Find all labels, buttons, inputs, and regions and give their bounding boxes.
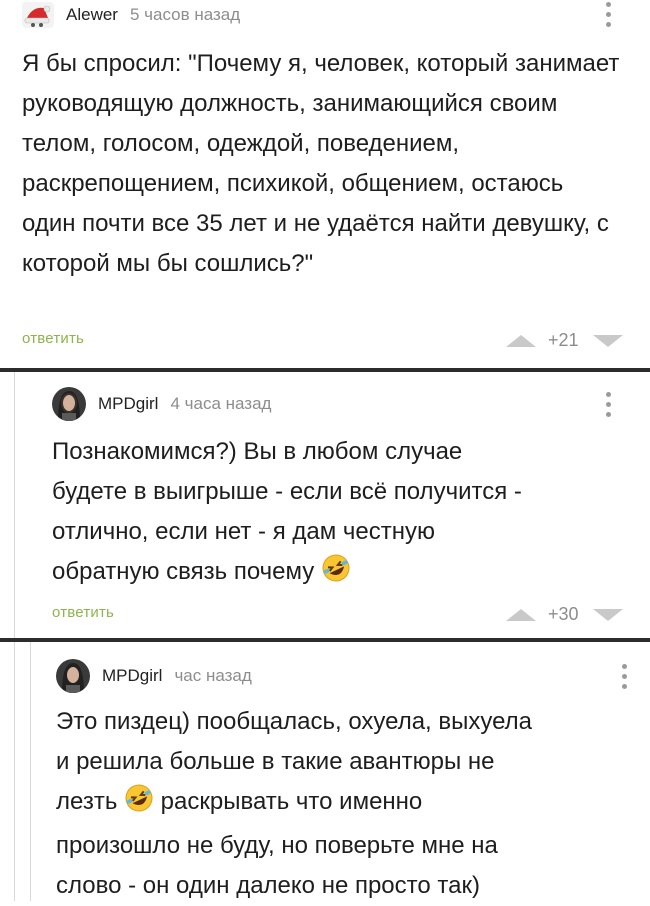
girl-portrait-avatar-icon[interactable] xyxy=(56,659,90,693)
more-options-icon[interactable] xyxy=(606,2,612,32)
comment-header: MPDgirl 4 часа назад xyxy=(52,386,271,422)
text-line: слово - он один далеко не просто так) xyxy=(56,872,480,899)
text-line: обратную связь почему xyxy=(52,552,632,596)
comment-2: MPDgirl 4 часа назад Познакомимся?) Вы в… xyxy=(0,372,650,638)
comment-time: час назад xyxy=(174,666,252,685)
rating-value: +30 xyxy=(548,604,579,624)
rating-controls: +30 xyxy=(506,604,623,625)
comment-time: 5 часов назад xyxy=(129,5,241,24)
comment-header: MPDgirl час назад xyxy=(56,658,252,694)
comment-3: MPDgirl час назад Это пиздец) пообщалась… xyxy=(0,642,650,901)
upvote-icon[interactable] xyxy=(506,334,536,347)
rolling-laughing-emoji-icon xyxy=(321,553,351,596)
text-line: отлично, если нет - я дам честную xyxy=(52,518,435,545)
comment-time: 4 часа назад xyxy=(170,394,272,413)
comment-text: Познакомимся?) Вы в любом случае будете … xyxy=(52,432,632,596)
text-line: Это пиздец) пообщалась, охуела, выхуела xyxy=(56,708,533,735)
rolling-laughing-emoji-icon xyxy=(124,783,154,826)
girl-portrait-avatar-icon[interactable] xyxy=(52,387,86,421)
comment-1: Alewer 5 часов назад Я бы спросил: "Поче… xyxy=(0,0,650,368)
thread-branch-line xyxy=(14,372,15,638)
text-line: Познакомимся?) Вы в любом случае xyxy=(52,438,463,465)
rating-value: +21 xyxy=(548,330,579,350)
comment-author[interactable]: Alewer xyxy=(66,5,118,25)
rating-controls: +21 xyxy=(506,330,623,351)
downvote-icon[interactable] xyxy=(592,608,623,621)
reply-button[interactable]: ответить xyxy=(22,330,84,347)
thread-branch-line xyxy=(14,642,15,901)
comment-author[interactable]: MPDgirl xyxy=(98,394,158,414)
reply-button[interactable]: ответить xyxy=(52,604,114,621)
comment-text: Я бы спросил: "Почему я, человек, которы… xyxy=(22,50,620,277)
comment-header: Alewer 5 часов назад xyxy=(22,0,240,30)
thread-branch-line xyxy=(30,642,31,901)
text-line: произошло не буду, но поверьте мне на xyxy=(56,832,498,859)
more-options-icon[interactable] xyxy=(606,392,612,422)
comment-author[interactable]: MPDgirl xyxy=(102,666,162,686)
upvote-icon[interactable] xyxy=(506,608,536,621)
comment-text: Это пиздец) пообщалась, охуела, выхуела … xyxy=(56,702,646,906)
downvote-icon[interactable] xyxy=(592,334,623,347)
santa-hat-avatar-icon[interactable] xyxy=(22,2,54,28)
more-options-icon[interactable] xyxy=(622,664,628,694)
text-line: будете в выигрыше - если всё получится - xyxy=(52,478,522,505)
text-line: и решила больше в такие авантюры не xyxy=(56,748,495,775)
text-line: лезть раскрывать что именно xyxy=(56,782,646,826)
